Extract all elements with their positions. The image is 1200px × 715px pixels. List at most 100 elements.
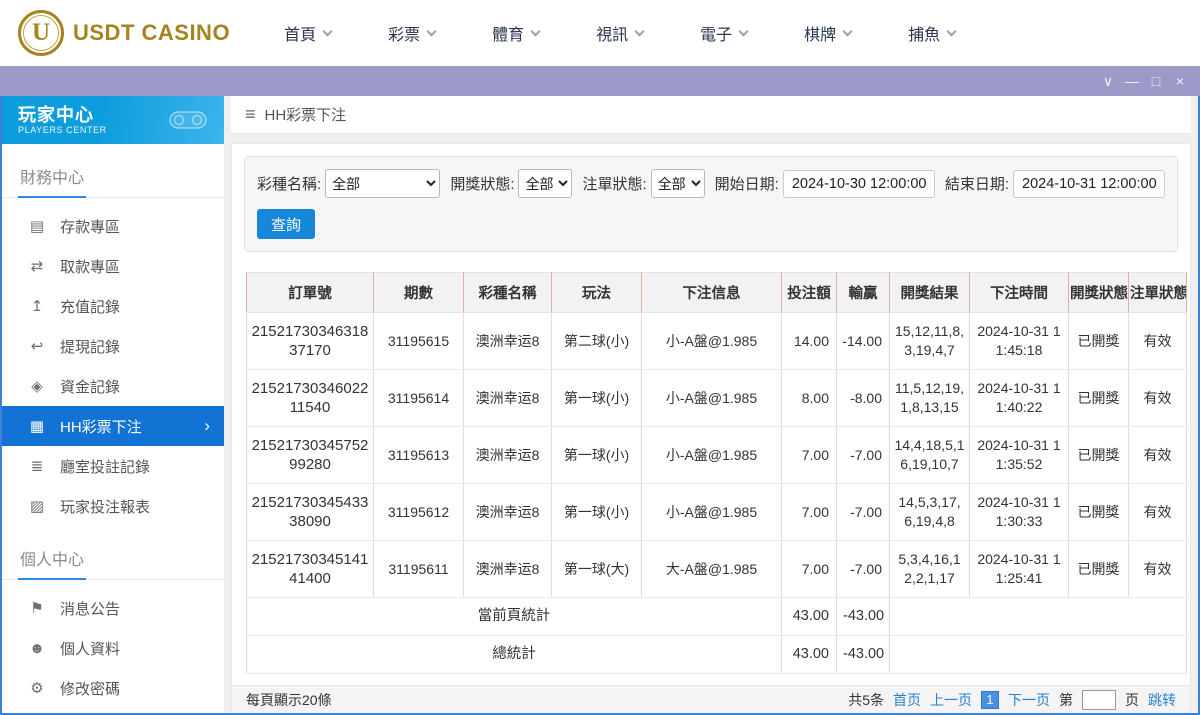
cell-issue: 31195614 (373, 369, 464, 427)
search-button[interactable]: 查詢 (257, 209, 315, 239)
sidebar-item-fund-records[interactable]: ◈ 資金記錄 (2, 366, 224, 406)
jump-prefix-text: 第 (1059, 691, 1073, 708)
jump-link[interactable]: 跳转 (1148, 690, 1176, 710)
cell-draw-result: 11,5,12,19,1,8,13,15 (889, 369, 970, 427)
cell-issue: 31195613 (373, 426, 464, 484)
page-summary-win: -43.00 (836, 597, 890, 636)
logo-icon: U (18, 10, 64, 56)
sidebar-item-hh-lottery-bets[interactable]: ▦ HH彩票下注 › (2, 406, 224, 446)
withdraw-icon: ⇄ (30, 258, 44, 275)
nav-item-live-video[interactable]: 視訊 (596, 21, 645, 45)
sidebar-item-change-password[interactable]: ⚙ 修改密碼 (2, 668, 224, 708)
end-date-input[interactable] (1013, 169, 1165, 198)
chevron-down-icon (322, 26, 333, 36)
cell-draw-status: 已開獎 (1068, 483, 1129, 541)
chevron-down-icon (530, 26, 541, 36)
page-jump-input[interactable] (1082, 689, 1116, 710)
window-chevron-button[interactable]: ∨ (1096, 66, 1120, 96)
cell-draw-status: 已開獎 (1068, 369, 1129, 427)
cell-win-loss: -7.00 (836, 483, 890, 541)
col-bet-amount: 投注額 (781, 272, 837, 313)
col-bet-info: 下注信息 (641, 272, 782, 313)
funds-icon: ◈ (31, 378, 43, 395)
next-page-link[interactable]: 下一页 (1008, 690, 1050, 710)
cell-play: 第一球(小) (551, 483, 642, 541)
nav-item-label: 視訊 (596, 27, 629, 44)
cell-bet-time: 2024-10-31 11:25:41 (969, 540, 1069, 598)
cell-draw-status: 已開獎 (1068, 426, 1129, 484)
report-icon: ▨ (29, 498, 45, 515)
prev-page-link[interactable]: 上一页 (930, 690, 972, 710)
jump-suffix-text: 页 (1125, 691, 1139, 708)
cell-bet-time: 2024-10-31 11:45:18 (969, 312, 1069, 370)
pager: 共5条 首页 上一页 1 下一页 第 页 跳转 (848, 689, 1176, 710)
minimize-button[interactable]: — (1120, 66, 1144, 96)
order-status-label: 注單狀態: (582, 176, 647, 193)
maximize-button[interactable]: □ (1144, 66, 1168, 96)
nav-item-cards[interactable]: 棋牌 (804, 21, 853, 45)
brand-logo[interactable]: U USDT CASINO (18, 10, 230, 56)
start-date-label: 開始日期: (714, 176, 779, 193)
lottery-select[interactable]: 全部 (325, 169, 441, 198)
cell-bet-time: 2024-10-31 11:40:22 (969, 369, 1069, 427)
start-date-input[interactable] (782, 169, 935, 198)
nav-item-label: 彩票 (388, 27, 421, 44)
cell-lottery-name: 澳洲幸运8 (463, 369, 552, 427)
cell-bet-info: 小-A盤@1.985 (641, 426, 782, 484)
players-center-subtitle: PLAYERS CENTER (18, 125, 107, 135)
page-summary-row: 當前頁統計 43.00 -43.00 (246, 597, 1187, 636)
table-row: 2152173034575299280 31195613 澳洲幸运8 第一球(小) 小-… (246, 426, 1187, 484)
window-body: 玩家中心 PLAYERS CENTER 財務中心 ▤ 存款專區 ⇄ 取款專區 ↥… (0, 96, 1200, 715)
gear-icon: ⚙ (30, 680, 44, 697)
cell-draw-result: 14,5,3,17,6,19,4,8 (889, 483, 970, 541)
nav-item-label: 捕魚 (908, 27, 941, 44)
cell-order-no: 2152173034543338090 (246, 483, 374, 541)
filter-row: 彩種名稱: 全部 開獎狀態: 全部 注單狀態: 全部 開始日期: 2024-10… (257, 169, 1165, 198)
nav-item-lottery[interactable]: 彩票 (388, 21, 437, 45)
nav-item-sports[interactable]: 體育 (492, 21, 541, 45)
nav-item-home[interactable]: 首頁 (284, 21, 333, 45)
nav-item-fishing[interactable]: 捕魚 (908, 21, 957, 45)
order-status-select[interactable]: 全部 (650, 169, 705, 198)
sidebar-item-withdraw[interactable]: ⇄ 取款專區 (2, 246, 224, 286)
chevron-down-icon (842, 26, 853, 36)
sidebar-item-recharge-records[interactable]: ↥ 充值記錄 (2, 286, 224, 326)
page-summary-empty (889, 597, 1187, 636)
grand-summary-win: -43.00 (836, 635, 890, 674)
grand-summary-label: 總統計 (246, 635, 782, 674)
sidebar-item-player-bet-report[interactable]: ▨ 玩家投注報表 (2, 486, 224, 526)
cell-win-loss: -7.00 (836, 426, 890, 484)
col-order-status: 注單狀態 (1128, 272, 1187, 313)
deposit-icon: ▤ (29, 218, 45, 235)
cell-order-no: 2152173034575299280 (246, 426, 374, 484)
cell-play: 第二球(小) (551, 312, 642, 370)
cell-issue: 31195611 (373, 540, 464, 598)
cell-issue: 31195615 (373, 312, 464, 370)
hamburger-icon[interactable]: ≡ (245, 104, 256, 125)
total-count-text: 共5条 (848, 691, 884, 708)
page-size-text: 每頁顯示20條 (246, 691, 332, 708)
bell-icon: ⚑ (30, 600, 44, 617)
user-icon: ☻ (29, 639, 45, 657)
draw-status-select[interactable]: 全部 (518, 169, 573, 198)
sidebar-item-deposit[interactable]: ▤ 存款專區 (2, 206, 224, 246)
sidebar-item-hall-bet-records[interactable]: ≣ 廳室投註記錄 (2, 446, 224, 486)
table-row: 2152173034602211540 31195614 澳洲幸运8 第一球(小) 小-… (246, 369, 1187, 427)
cell-bet-amount: 8.00 (781, 369, 837, 427)
logo-letter: U (31, 19, 51, 46)
cell-bet-info: 小-A盤@1.985 (641, 312, 782, 370)
nav-item-slots[interactable]: 電子 (700, 21, 749, 45)
close-button[interactable]: × (1168, 66, 1192, 96)
lottery-icon: ▦ (29, 418, 45, 435)
sidebar-item-withdrawal-records[interactable]: ↩ 提現記錄 (2, 326, 224, 366)
sidebar-item-announcements[interactable]: ⚑ 消息公告 (2, 588, 224, 628)
cell-win-loss: -8.00 (836, 369, 890, 427)
col-play: 玩法 (551, 272, 642, 313)
cell-bet-amount: 7.00 (781, 540, 837, 598)
cell-order-status: 有效 (1128, 426, 1187, 484)
cell-bet-amount: 7.00 (781, 426, 837, 484)
sidebar-item-profile[interactable]: ☻ 個人資料 (2, 628, 224, 668)
cell-lottery-name: 澳洲幸运8 (463, 540, 552, 598)
first-page-link[interactable]: 首页 (893, 690, 921, 710)
